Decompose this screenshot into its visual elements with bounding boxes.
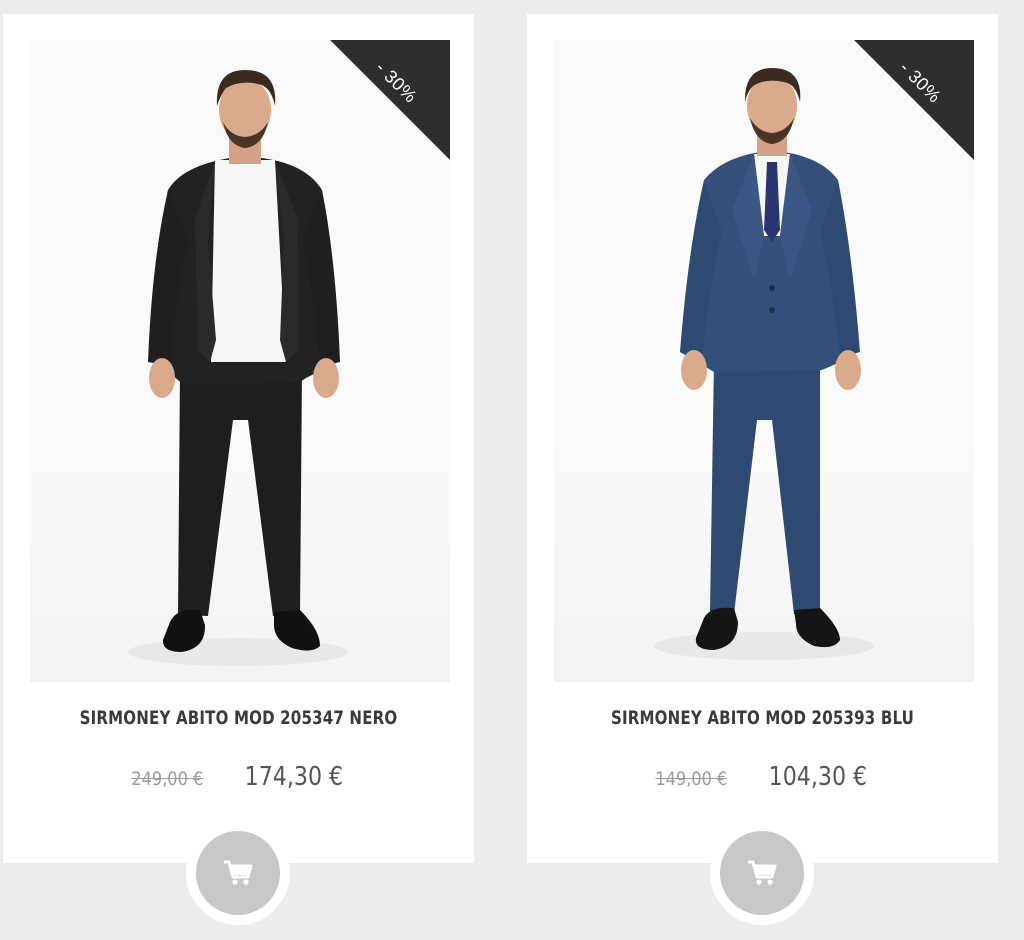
add-to-cart-wrapper [710, 821, 814, 925]
product-title[interactable]: SIRMONEY ABITO MOD 205347 NERO [31, 707, 445, 729]
current-price: 104,30 € [769, 762, 868, 792]
product-title[interactable]: SIRMONEY ABITO MOD 205393 BLU [555, 707, 969, 729]
price-block: 249,00 € 174,30 € [3, 762, 474, 792]
add-to-cart-wrapper [186, 821, 290, 925]
product-image[interactable]: - 30% [30, 40, 450, 682]
old-price: 249,00 € [131, 768, 204, 790]
product-card[interactable]: - 30% SIRMONEY ABITO MOD 205347 NERO 249… [3, 14, 474, 925]
old-price: 149,00 € [655, 768, 728, 790]
add-to-cart-button[interactable] [720, 831, 804, 915]
shopping-cart-icon [748, 860, 777, 885]
product-card[interactable]: - 30% SIRMONEY ABITO MOD 205393 BLU 149,… [527, 14, 998, 925]
discount-ribbon: - 30% [330, 40, 450, 160]
add-to-cart-button[interactable] [196, 831, 280, 915]
discount-ribbon: - 30% [854, 40, 974, 160]
shopping-cart-icon [224, 860, 253, 885]
current-price: 174,30 € [245, 762, 344, 792]
price-block: 149,00 € 104,30 € [527, 762, 998, 792]
product-image[interactable]: - 30% [554, 40, 974, 682]
